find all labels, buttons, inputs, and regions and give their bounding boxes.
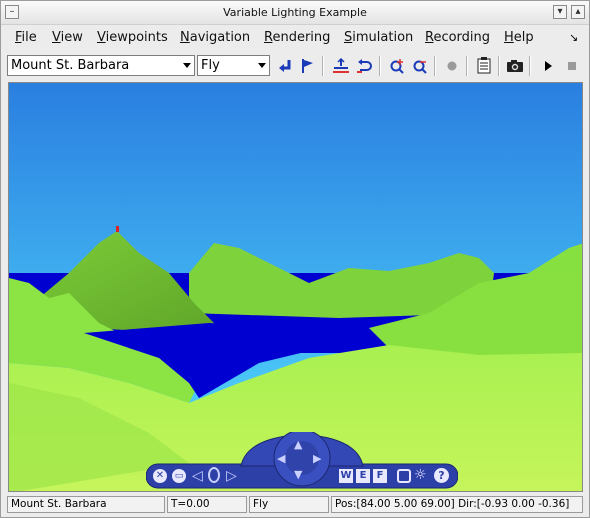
arrow-right-icon[interactable]: ▶ (313, 452, 321, 465)
undo-move-icon[interactable] (354, 56, 374, 76)
menu-overflow-icon[interactable]: ↘ (569, 31, 578, 44)
toolbar-separator (466, 56, 468, 76)
menu-simulation[interactable]: Simulation (344, 30, 413, 45)
menu-view[interactable]: View (52, 30, 83, 45)
menu-rendering[interactable]: Rendering (264, 30, 330, 45)
app-window: – Variable Lighting Example ▾ ▴ File Vie… (0, 0, 590, 518)
walk-mode-button[interactable]: W (339, 469, 353, 483)
menu-file[interactable]: File (15, 30, 37, 45)
record-indicator-icon[interactable] (442, 56, 462, 76)
restore-icon[interactable]: ▭ (172, 469, 186, 483)
window-title: Variable Lighting Example (223, 6, 367, 19)
examine-mode-button[interactable]: E (356, 469, 370, 483)
arrow-left-icon[interactable]: ◀ (277, 452, 285, 465)
status-position: Pos:[84.00 5.00 69.00] Dir:[-0.93 0.00 -… (331, 496, 583, 513)
toolbar-separator (498, 56, 500, 76)
help-button[interactable]: ? (434, 468, 449, 483)
menu-bar: File View Viewpoints Navigation Renderin… (1, 26, 589, 50)
zoom-in-icon[interactable] (387, 56, 407, 76)
menu-help[interactable]: Help (504, 30, 534, 45)
stop-icon[interactable] (562, 56, 582, 76)
level-icon[interactable] (331, 56, 351, 76)
summit-marker (116, 226, 119, 232)
terrain-scene (9, 83, 582, 491)
toolbar-separator (529, 56, 531, 76)
arrow-down-icon[interactable]: ▼ (294, 468, 302, 481)
navigation-mode-value: Fly (201, 58, 220, 73)
viewpoint-select[interactable]: Mount St. Barbara (7, 55, 195, 76)
zoom-out-icon[interactable] (410, 56, 430, 76)
3d-viewport[interactable]: ✕ ▭ ◁ ▷ ▲ ▼ ◀ ▶ W E F ☼ ? (8, 82, 583, 492)
menu-recording[interactable]: Recording (425, 30, 490, 45)
title-bar[interactable]: – Variable Lighting Example ▾ ▴ (1, 1, 589, 25)
headlight-icon[interactable]: ☼ (414, 467, 427, 483)
fly-mode-button[interactable]: F (373, 469, 387, 483)
status-bar: Mount St. Barbara T=0.00 Fly Pos:[84.00 … (1, 495, 589, 517)
play-icon[interactable] (538, 56, 558, 76)
rotate-left-icon[interactable]: ◁ (192, 468, 203, 484)
roll-icon[interactable] (208, 467, 220, 483)
status-mode: Fly (249, 496, 329, 513)
toolbar-separator (434, 56, 436, 76)
go-to-viewpoint-icon[interactable] (275, 56, 295, 76)
arrow-up-icon[interactable]: ▲ (294, 438, 302, 451)
navigation-panel: ✕ ▭ ◁ ▷ ▲ ▼ ◀ ▶ W E F ☼ ? (145, 429, 459, 490)
navigation-mode-select[interactable]: Fly (197, 55, 270, 76)
toolbar-separator (379, 56, 381, 76)
maximize-icon[interactable]: ▴ (571, 5, 585, 19)
minimize-icon[interactable]: ▾ (553, 5, 567, 19)
status-viewpoint: Mount St. Barbara (7, 496, 165, 513)
toolbar: Mount St. Barbara Fly (1, 53, 589, 81)
camera-icon[interactable] (505, 56, 525, 76)
chevron-down-icon (258, 63, 266, 68)
toolbar-separator (322, 56, 324, 76)
chevron-down-icon (183, 63, 191, 68)
rotate-right-icon[interactable]: ▷ (226, 468, 237, 484)
close-icon[interactable]: ✕ (153, 469, 167, 483)
menu-viewpoints[interactable]: Viewpoints (97, 30, 168, 45)
status-time: T=0.00 (167, 496, 247, 513)
capture-text-icon[interactable] (474, 56, 494, 76)
straighten-up-icon[interactable] (297, 56, 317, 76)
viewpoint-select-value: Mount St. Barbara (11, 58, 130, 73)
fit-view-icon[interactable] (397, 469, 411, 483)
menu-navigation[interactable]: Navigation (180, 30, 250, 45)
